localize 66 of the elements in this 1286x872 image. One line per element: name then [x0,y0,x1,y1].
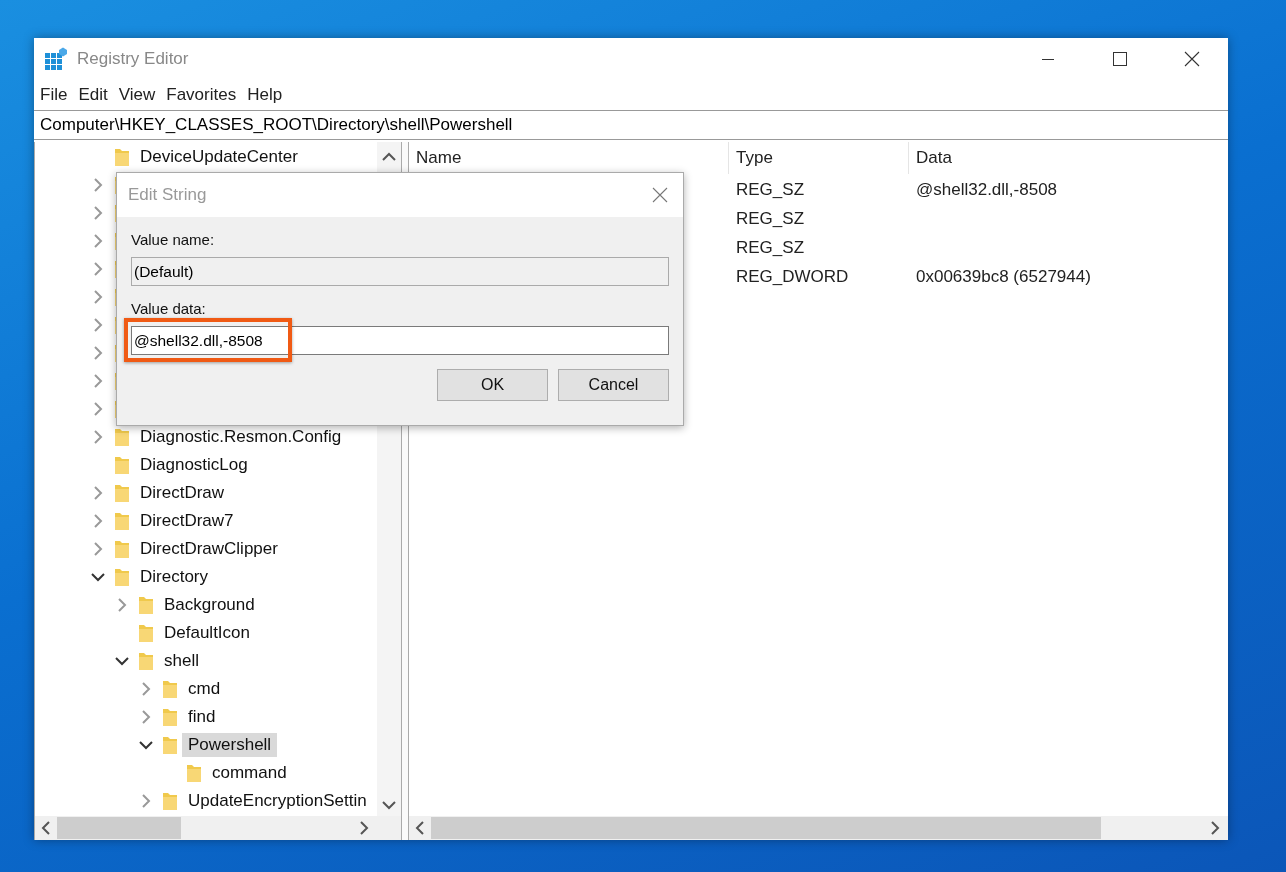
tree-item[interactable]: Diagnostic.Resmon.Config [134,425,348,449]
folder-icon [114,427,130,447]
menu-item[interactable]: Edit [73,85,113,105]
tree-item[interactable]: DirectDraw7 [134,509,240,533]
folder-icon [114,147,130,167]
horizontal-scrollbar[interactable] [35,816,377,840]
folder-icon [162,735,178,755]
scroll-left-icon[interactable] [415,821,425,835]
table-cell-text: @shell32.dll,-8508 [915,179,1059,201]
maximize-icon [1113,52,1127,66]
address-bar[interactable]: Computer\HKEY_CLASSES_ROOT\Directory\shell\Powershell [34,110,1228,140]
registry-editor-icon [44,47,68,71]
scroll-left-icon[interactable] [41,821,51,835]
folder-icon [114,539,130,559]
scroll-right-icon[interactable] [359,821,369,835]
tree-item[interactable]: find [182,705,222,729]
tree-item[interactable]: Directory [134,565,214,589]
text-field[interactable]: @shell32.dll,-8508 [131,326,669,355]
folder-icon [114,567,130,587]
close-icon [652,187,668,203]
dialog-title: Edit String [128,185,207,205]
menu-item[interactable]: View [113,85,161,105]
window-title: Registry Editor [77,49,189,69]
folder-icon [186,763,202,783]
tree-item[interactable]: DirectDrawClipper [134,537,284,561]
scrollbar-thumb[interactable] [57,817,181,839]
scrollbar-thumb[interactable] [431,817,1101,839]
menu-item[interactable]: Help [242,85,288,105]
folder-icon [138,623,154,643]
folder-icon [138,651,154,671]
tree-item[interactable]: Background [158,593,261,617]
table-cell-text: REG_DWORD [735,266,850,288]
folder-icon [162,679,178,699]
folder-icon [162,791,178,811]
table-cell-text: 0x00639bc8 (6527944) [915,266,1092,288]
dialog-button[interactable]: Cancel [558,369,669,401]
table-cell-text: REG_SZ [735,208,806,230]
folder-icon [114,455,130,475]
tree-item[interactable]: DeviceUpdateCenter [134,145,304,169]
tree-item[interactable]: DiagnosticLog [134,453,254,477]
scroll-down-icon[interactable] [382,800,396,810]
tree-item[interactable]: UpdateEncryptionSettin [182,789,373,813]
horizontal-scrollbar[interactable] [409,816,1228,840]
tree-item[interactable]: cmd [182,677,227,701]
dialog-button[interactable]: OK [437,369,548,401]
column-header[interactable]: Type [729,142,909,174]
table-cell-text: REG_SZ [735,179,806,201]
folder-icon [114,511,130,531]
folder-icon [138,595,154,615]
tree-item[interactable]: Powershell [182,733,278,757]
close-icon [1184,51,1200,67]
folder-icon [162,707,178,727]
field-label: Value name: [131,231,215,248]
scroll-up-icon[interactable] [382,152,396,162]
scrollbar-corner [377,816,401,840]
menu-item[interactable]: Favorites [161,85,242,105]
tree-item[interactable]: DirectDraw [134,481,231,505]
folder-icon [114,483,130,503]
tree-item[interactable]: DefaultIcon [158,621,256,645]
tree-item[interactable]: shell [158,649,205,673]
column-header[interactable]: Data [909,142,1228,174]
scroll-right-icon[interactable] [1210,821,1220,835]
field-label: Value data: [131,300,206,317]
table-cell-text: REG_SZ [735,237,806,259]
tree-item[interactable]: command [206,761,293,785]
menu-item[interactable]: File [35,85,73,105]
